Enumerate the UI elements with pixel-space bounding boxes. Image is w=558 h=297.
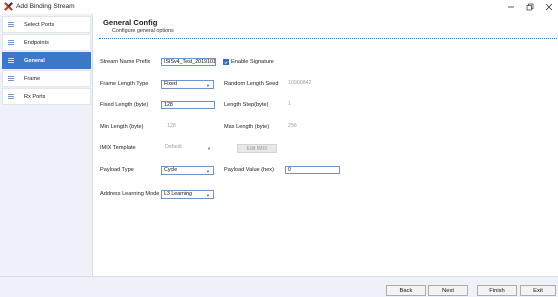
- close-button[interactable]: [539, 0, 558, 13]
- restore-button[interactable]: [520, 0, 539, 13]
- fixed-length-label: Fixed Length (byte): [100, 102, 149, 108]
- fixed-length-input[interactable]: 128: [161, 101, 215, 109]
- enable-signature-label: Enable Signature: [231, 59, 274, 65]
- imix-template-select[interactable]: Default ▼: [163, 144, 214, 153]
- chevron-down-icon: ▼: [206, 193, 210, 198]
- address-learning-mode-select[interactable]: L3 Learning ▼: [161, 190, 214, 199]
- payload-type-value: Cycle: [164, 167, 178, 173]
- edit-imix-button[interactable]: Edit IMIX: [237, 144, 277, 153]
- finish-button[interactable]: Finish: [477, 285, 517, 296]
- chevron-down-icon: ▼: [206, 83, 210, 88]
- payload-type-label: Payload Type: [100, 167, 134, 173]
- page-title: General Config: [103, 18, 158, 27]
- sidebar-item-endpoints[interactable]: Endpoints: [2, 34, 91, 51]
- menu-icon: [3, 22, 19, 27]
- stream-name-prefix-input[interactable]: ISISv4_Test_2019101: [161, 58, 216, 66]
- sidebar-item-select-ports[interactable]: Select Ports: [2, 16, 91, 33]
- address-learning-mode-label: Address Learning Mode: [100, 191, 160, 197]
- menu-icon: [3, 76, 19, 81]
- wizard-footer: Back Next Finish Exit: [0, 276, 558, 297]
- imix-template-label: IMIX Template: [100, 145, 136, 151]
- menu-icon: [3, 94, 19, 99]
- sidebar-item-label: Rx Ports: [24, 93, 46, 100]
- sidebar-item-label: General: [24, 57, 45, 64]
- frame-length-type-value: Fixed: [164, 81, 177, 87]
- random-length-seed-label: Random Length Seed: [224, 81, 279, 87]
- general-config-panel: General Config Configure general options…: [94, 14, 558, 276]
- length-step-label: Length Step(byte): [224, 102, 269, 108]
- window-title: Add Binding Stream: [16, 3, 75, 10]
- page-subtitle: Configure general options: [112, 28, 174, 34]
- frame-length-type-select[interactable]: Fixed ▼: [161, 80, 214, 89]
- restore-icon: [526, 3, 533, 10]
- sidebar-item-label: Endpoints: [24, 39, 49, 46]
- payload-type-select[interactable]: Cycle ▼: [161, 166, 214, 175]
- max-length-label: Max Length (byte): [224, 124, 270, 130]
- menu-icon: [3, 58, 19, 63]
- sidebar-item-rx-ports[interactable]: Rx Ports: [2, 88, 91, 105]
- next-button[interactable]: Next: [428, 285, 468, 296]
- chevron-down-icon: ▼: [206, 169, 210, 174]
- enable-signature-checkbox[interactable]: [223, 59, 229, 65]
- length-step-input[interactable]: 1: [286, 101, 341, 109]
- title-bar: Add Binding Stream: [0, 0, 558, 13]
- frame-length-type-label: Frame Length Type: [100, 81, 149, 87]
- random-length-seed-input[interactable]: 10900842: [286, 80, 341, 88]
- exit-button[interactable]: Exit: [520, 285, 556, 296]
- address-learning-mode-value: L3 Learning: [164, 191, 192, 197]
- sidebar-item-label: Frame: [24, 75, 41, 82]
- min-length-input[interactable]: 128: [165, 123, 215, 131]
- check-icon: [224, 60, 228, 64]
- menu-icon: [3, 40, 19, 45]
- section-divider: [99, 38, 557, 39]
- chevron-down-icon: ▼: [207, 146, 211, 151]
- min-length-label: Min Length (byte): [100, 124, 144, 130]
- minimize-icon: [507, 6, 514, 7]
- app-logo-icon: [3, 2, 13, 12]
- payload-value-input[interactable]: 0: [285, 166, 340, 174]
- imix-template-value: Default: [165, 144, 182, 150]
- payload-value-label: Payload Value (hex): [224, 167, 274, 173]
- minimize-button[interactable]: [501, 0, 520, 13]
- max-length-input[interactable]: 256: [286, 123, 341, 131]
- sidebar-item-general[interactable]: General: [2, 52, 91, 69]
- back-button[interactable]: Back: [386, 285, 426, 296]
- stream-name-prefix-label: Stream Name Prefix: [100, 59, 151, 65]
- close-icon: [545, 3, 552, 10]
- sidebar-item-label: Select Ports: [24, 21, 55, 28]
- wizard-sidebar: Select Ports Endpoints General Frame Rx …: [0, 14, 93, 276]
- sidebar-item-frame[interactable]: Frame: [2, 70, 91, 87]
